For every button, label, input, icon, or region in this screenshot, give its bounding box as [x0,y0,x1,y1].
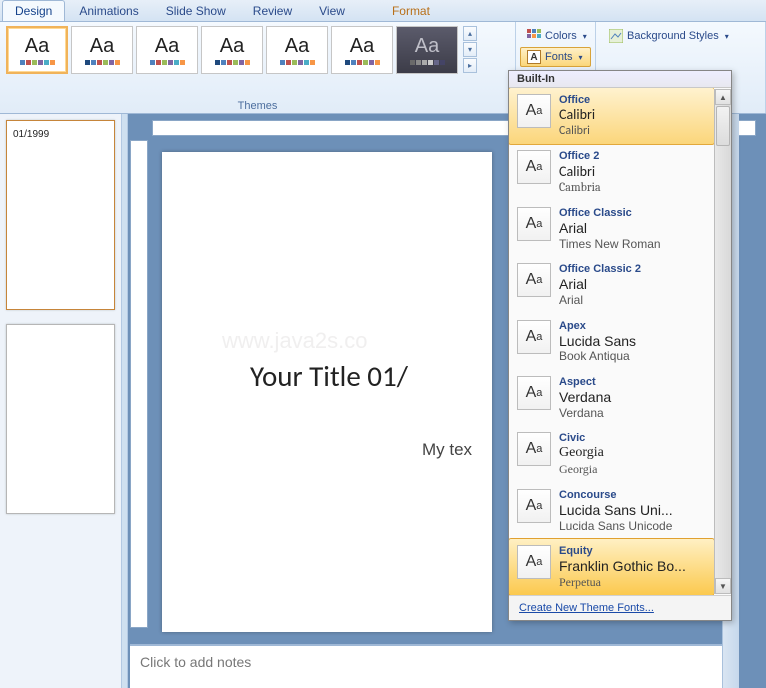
tab-view[interactable]: View [306,0,358,21]
background-styles-label: Background Styles [627,30,719,42]
tab-slide-show[interactable]: Slide Show [153,0,239,21]
font-text: Office ClassicArialTimes New Roman [559,207,661,251]
theme-aa-icon: Aa [25,35,49,58]
slide-thumbnail-1[interactable]: 01/1999 [6,120,115,310]
thumb-title: 01/1999 [13,129,108,140]
fonts-label: Fonts [545,51,573,63]
font-theme-apex[interactable]: AaApexLucida SansBook Antiqua [509,314,714,370]
theme-color-dots [410,60,445,65]
slide-title[interactable]: Your Title 01/ [250,358,408,394]
font-swatch-icon: Aa [517,432,551,466]
theme-aa-icon: Aa [415,35,439,58]
font-swatch-icon: Aa [517,263,551,297]
fonts-list: AaOfficeCalibriCalibriAaOffice 2CalibriC… [509,88,714,595]
slide-body[interactable]: My tex [422,440,472,460]
tab-design[interactable]: Design [2,0,65,21]
theme-color-dots [215,60,250,65]
chevron-down-icon: ▾ [579,53,583,62]
themes-gallery: Aa Aa Aa Aa Aa Aa Aa ▴▾▸ [4,24,511,76]
theme-color-dots [85,60,120,65]
font-text: AspectVerdanaVerdana [559,376,611,420]
tab-format[interactable]: Format [379,0,443,21]
theme-tile-3[interactable]: Aa [201,26,263,74]
slide-thumbnail-2[interactable] [6,324,115,514]
theme-color-dots [20,60,55,65]
tab-review[interactable]: Review [240,0,305,21]
font-text: Office 2CalibriCambria [559,150,601,194]
font-swatch-icon: Aa [517,545,551,579]
chevron-down-icon: ▾ [725,32,729,41]
theme-aa-icon: Aa [350,35,374,58]
font-theme-aspect[interactable]: AaAspectVerdanaVerdana [509,370,714,426]
ruler-vertical[interactable] [130,140,148,628]
theme-color-dots [280,60,315,65]
theme-aa-icon: Aa [90,35,114,58]
font-text: CivicGeorgiaGeorgia [559,432,604,476]
scroll-thumb[interactable] [716,106,730,146]
font-text: OfficeCalibriCalibri [559,94,595,138]
font-text: EquityFranklin Gothic Bo...Perpetua [559,545,686,589]
fonts-dropdown-header: Built-In [509,71,731,88]
theme-tile-5[interactable]: Aa [331,26,393,74]
theme-aa-icon: Aa [285,35,309,58]
slide-nav-pane: 01/1999 [0,114,122,688]
theme-aa-icon: Aa [220,35,244,58]
fonts-button[interactable]: A Fonts ▾ [520,47,591,67]
notes-pane[interactable]: Click to add notes [130,644,726,688]
fonts-dropdown: Built-In AaOfficeCalibriCalibriAaOffice … [508,70,732,621]
scroll-down-icon[interactable]: ▼ [715,578,731,594]
create-theme-fonts-link[interactable]: Create New Theme Fonts... [509,595,731,620]
font-swatch-icon: Aa [517,150,551,184]
theme-tile-4[interactable]: Aa [266,26,328,74]
font-swatch-icon: Aa [517,489,551,523]
font-swatch-icon: Aa [517,207,551,241]
font-text: Office Classic 2ArialArial [559,263,641,307]
theme-color-dots [150,60,185,65]
font-swatch-icon: Aa [517,376,551,410]
ribbon-group-themes: Aa Aa Aa Aa Aa Aa Aa ▴▾▸ Themes [0,22,516,113]
font-text: ApexLucida SansBook Antiqua [559,320,636,364]
theme-aa-icon: Aa [155,35,179,58]
tab-animations[interactable]: Animations [66,0,151,21]
fonts-icon: A [527,50,541,64]
font-theme-office-2[interactable]: AaOffice 2CalibriCambria [509,144,714,200]
gallery-nav-up[interactable]: ▴ [463,26,477,41]
font-theme-office-classic[interactable]: AaOffice ClassicArialTimes New Roman [509,201,714,257]
colors-button[interactable]: Colors ▾ [520,26,591,46]
font-theme-equity[interactable]: AaEquityFranklin Gothic Bo...Perpetua [509,538,714,595]
font-swatch-icon: Aa [517,320,551,354]
theme-tile-1[interactable]: Aa [71,26,133,74]
watermark-text: www.java2s.co [222,328,368,354]
fonts-scrollbar[interactable]: ▲ ▼ [714,89,731,594]
font-theme-concourse[interactable]: AaConcourseLucida Sans Uni...Lucida Sans… [509,483,714,539]
ribbon-tabs: Design Animations Slide Show Review View… [0,0,766,22]
font-theme-office[interactable]: AaOfficeCalibriCalibri [509,88,714,145]
theme-color-dots [345,60,380,65]
colors-label: Colors [545,30,577,42]
theme-tile-6[interactable]: Aa [396,26,458,74]
font-theme-office-classic-2[interactable]: AaOffice Classic 2ArialArial [509,257,714,313]
colors-icon [527,29,541,43]
font-swatch-icon: Aa [517,94,551,128]
theme-tile-0[interactable]: Aa [6,26,68,74]
scroll-up-icon[interactable]: ▲ [715,89,731,105]
gallery-nav-more[interactable]: ▸ [463,58,477,73]
slide-canvas[interactable]: www.java2s.co Your Title 01/ My tex [162,152,492,632]
group-label-themes: Themes [0,99,515,113]
chevron-down-icon: ▾ [583,32,587,41]
font-theme-civic[interactable]: AaCivicGeorgiaGeorgia [509,426,714,482]
gallery-nav-down[interactable]: ▾ [463,42,477,57]
background-icon [609,29,623,43]
font-text: ConcourseLucida Sans Uni...Lucida Sans U… [559,489,673,533]
background-styles-button[interactable]: Background Styles ▾ [602,26,759,46]
theme-tile-2[interactable]: Aa [136,26,198,74]
